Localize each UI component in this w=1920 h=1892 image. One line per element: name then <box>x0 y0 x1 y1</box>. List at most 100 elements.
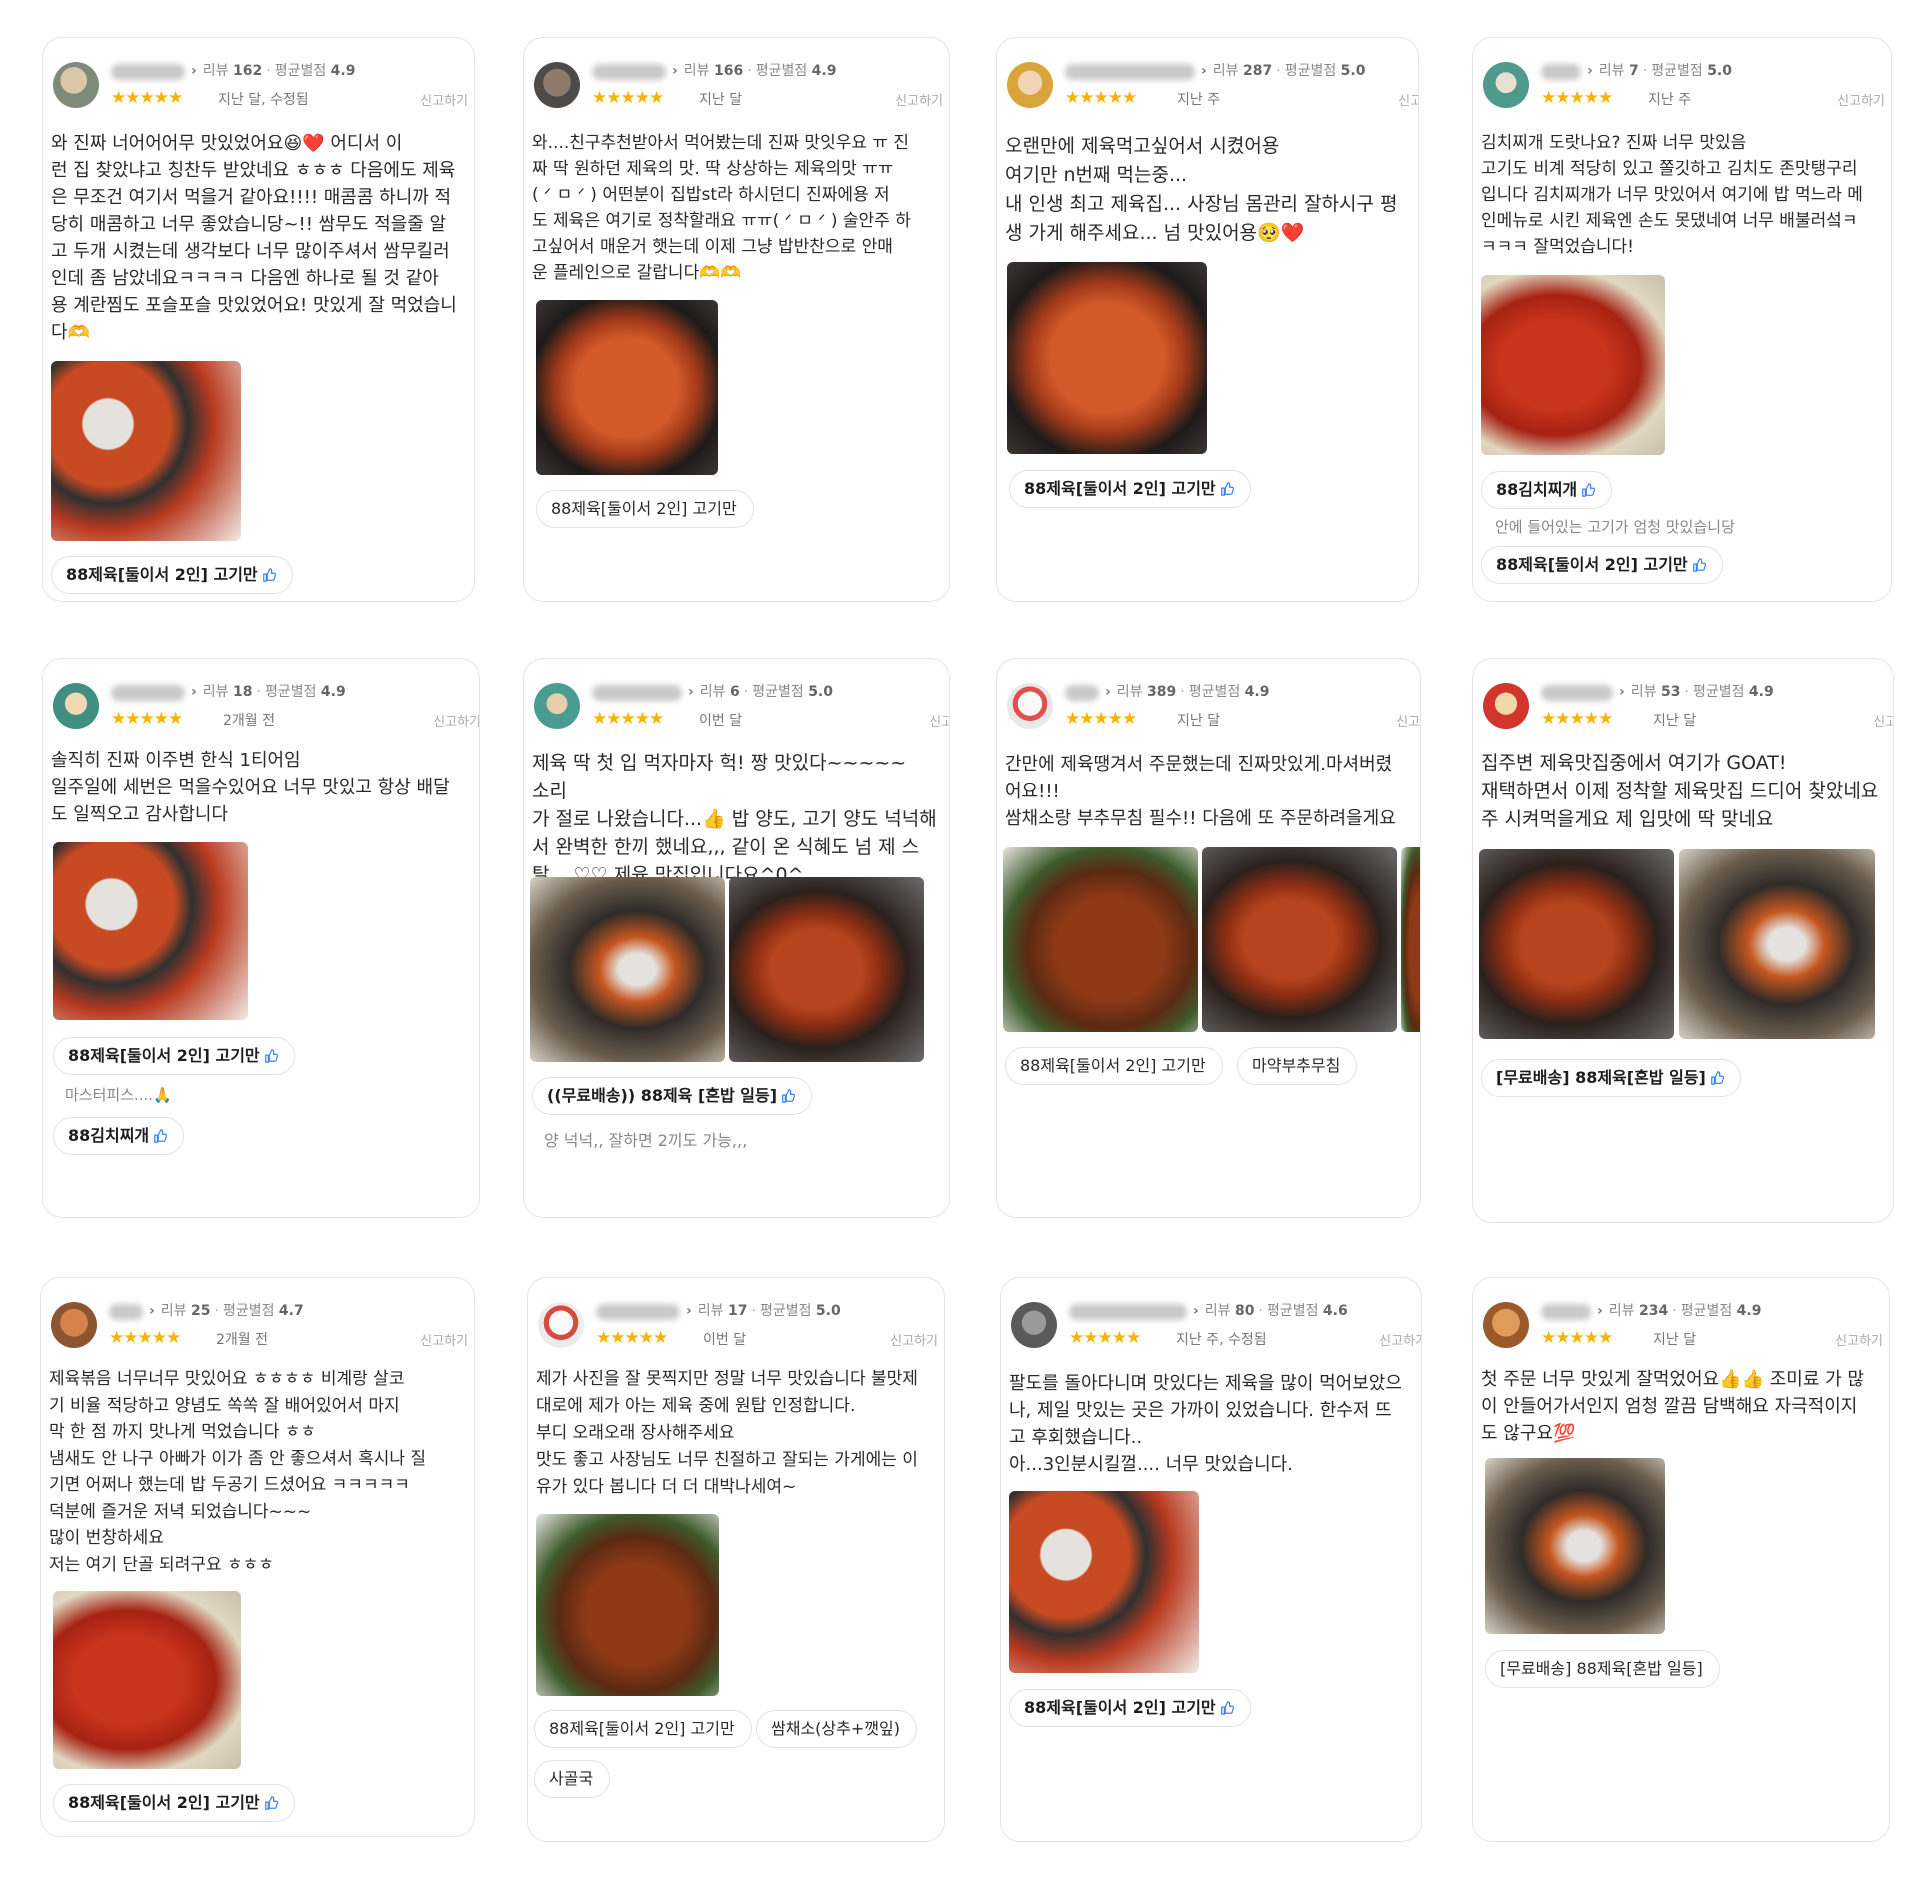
review-photo[interactable] <box>53 842 248 1020</box>
review-photo[interactable] <box>1679 849 1875 1039</box>
review-photo[interactable] <box>1007 262 1207 454</box>
rating-stars: ★★★★★ <box>1065 88 1137 108</box>
menu-tag[interactable]: 마약부추무침 <box>1237 1047 1358 1085</box>
menu-tag[interactable]: [무료배송] 88제육[혼밥 일등] <box>1485 1650 1720 1688</box>
report-link[interactable]: 신고하기 <box>929 711 949 730</box>
rating-stars: ★★★★★ <box>109 1328 181 1348</box>
avatar[interactable] <box>53 683 99 729</box>
reviewer-nickname[interactable] <box>592 64 666 80</box>
review-photo[interactable] <box>1202 847 1397 1032</box>
reviewer-nickname[interactable] <box>1541 64 1581 80</box>
review-photo[interactable] <box>536 300 718 475</box>
review-header: › 리뷰 18 · 평균별점 4.9 ★★★★★ 2개월 전 신고하기 <box>53 679 479 749</box>
menu-comment: 마스터피스....🙏 <box>65 1086 172 1104</box>
review-text: 와 진짜 너어어어무 맛있었어요😆❤️ 어디서 이 런 집 찾았냐고 칭찬두 받… <box>51 133 457 343</box>
review-text: 오랜만에 제육먹고싶어서 시켰어용 여기만 n번째 먹는중... 내 인생 최고… <box>1005 135 1398 244</box>
chevron-right-icon: › <box>191 63 197 79</box>
report-link[interactable]: 신고하기 <box>433 711 479 730</box>
avatar[interactable] <box>1483 62 1529 108</box>
reviewer-nickname[interactable] <box>1541 685 1613 701</box>
reviewer-nickname[interactable] <box>592 685 682 701</box>
reviewer-nickname[interactable] <box>111 685 185 701</box>
chevron-right-icon: › <box>191 684 197 700</box>
report-link[interactable]: 신고하기 <box>420 1330 468 1349</box>
menu-tag[interactable]: 88제육[둘이서 2인] 고기만 <box>1005 1047 1223 1085</box>
menu-tag[interactable]: 88제육[둘이서 2인] 고기만 <box>53 1037 295 1075</box>
rating-stars: ★★★★★ <box>111 88 183 108</box>
thumbs-up-icon <box>1220 482 1234 496</box>
review-header: › 리뷰 25 · 평균별점 4.7 ★★★★★ 2개월 전 신고하기 <box>51 1298 474 1368</box>
reviewer-nickname[interactable] <box>1541 1304 1591 1320</box>
menu-comment: 양 넉넉,, 잘하면 2끼도 가능,,, <box>544 1131 748 1150</box>
thumbs-up-icon <box>153 1129 168 1143</box>
chevron-right-icon: › <box>149 1303 155 1319</box>
avatar[interactable] <box>534 62 580 108</box>
report-link[interactable]: 신고하기 <box>420 90 468 109</box>
review-date: 지난 주 <box>1648 92 1692 108</box>
reviewer-meta: › 리뷰 162 · 평균별점 4.9 <box>191 63 356 79</box>
chevron-right-icon: › <box>1201 63 1207 79</box>
avatar[interactable] <box>1007 683 1053 729</box>
menu-tag[interactable]: 88김치찌개 <box>53 1117 185 1155</box>
review-text: 집주변 제육맛집중에서 여기가 GOAT! 재택하면서 이제 정착할 제육맛집 … <box>1481 752 1879 830</box>
menu-tag[interactable]: 88제육[둘이서 2인] 고기만 <box>1481 546 1723 584</box>
review-header: ›리뷰 287·평균별점 5.0 ★★★★★ 지난 주 신고하기 <box>1007 58 1418 128</box>
review-header: › 리뷰 7 · 평균별점 5.0 ★★★★★ 지난 주 신고하기 <box>1483 58 1891 128</box>
review-photo[interactable] <box>1479 849 1674 1039</box>
report-link[interactable]: 신고하기 <box>1873 711 1893 730</box>
review-photo[interactable] <box>729 877 924 1062</box>
avatar[interactable] <box>1007 62 1053 108</box>
review-header: ›리뷰 6·평균별점 5.0 ★★★★★ 이번 달 신고하기 <box>534 679 949 749</box>
rating-stars: ★★★★★ <box>111 709 183 729</box>
menu-tag[interactable]: 88제육[둘이서 2인] 고기만 <box>51 556 293 594</box>
review-photo[interactable] <box>536 1514 719 1696</box>
report-link[interactable]: 신고하기 <box>1837 90 1885 109</box>
report-link[interactable]: 신고하기 <box>890 1330 938 1349</box>
report-link[interactable]: 신고하기 <box>1398 90 1418 109</box>
avatar[interactable] <box>51 1302 97 1348</box>
review-photo[interactable] <box>1003 847 1198 1032</box>
review-photo[interactable] <box>1401 847 1420 1032</box>
review-photo[interactable] <box>1009 1491 1199 1673</box>
reviewer-meta: › 리뷰 287 · 평균별점 5.0 <box>1201 63 1366 79</box>
menu-tag[interactable]: ((무료배송)) 88제육 [혼밥 일등] <box>532 1077 813 1115</box>
reviewer-nickname[interactable] <box>1065 64 1195 80</box>
review-photo[interactable] <box>530 877 725 1062</box>
menu-tag[interactable]: 88제육[둘이서 2인] 고기만 <box>536 490 754 528</box>
menu-tag[interactable]: 88제육[둘이서 2인] 고기만 <box>53 1784 295 1822</box>
review-photo[interactable] <box>1485 1458 1665 1634</box>
report-link[interactable]: 신고하기 <box>1379 1330 1421 1349</box>
avatar[interactable] <box>1011 1302 1057 1348</box>
reviewer-nickname[interactable] <box>109 1304 143 1320</box>
review-photo[interactable] <box>53 1591 241 1769</box>
review-header: › 리뷰 166 · 평균별점 4.9 ★★★★★ 지난 달 신고하기 <box>534 58 949 128</box>
avatar[interactable] <box>534 683 580 729</box>
reviewer-nickname[interactable] <box>111 64 185 80</box>
review-photo[interactable] <box>51 361 241 541</box>
reviewer-nickname[interactable] <box>1065 685 1099 701</box>
menu-tag[interactable]: 88김치찌개 <box>1481 471 1613 509</box>
menu-tag[interactable]: 88제육[둘이서 2인] 고기만 <box>534 1710 752 1748</box>
thumbs-up-icon <box>264 1796 278 1810</box>
chevron-right-icon: › <box>686 1303 692 1319</box>
avatar[interactable] <box>53 62 99 108</box>
review-photo[interactable] <box>1481 275 1665 455</box>
menu-tag[interactable]: 88제육[둘이서 2인] 고기만 <box>1009 470 1251 508</box>
avatar[interactable] <box>1483 1302 1529 1348</box>
report-link[interactable]: 신고하기 <box>1396 711 1420 730</box>
reviewer-nickname[interactable] <box>596 1304 680 1320</box>
chevron-right-icon: › <box>688 684 694 700</box>
reviewer-nickname[interactable] <box>1069 1304 1187 1320</box>
menu-tag[interactable]: 88제육[둘이서 2인] 고기만 <box>1009 1689 1251 1727</box>
menu-tag[interactable]: 쌈채소(상추+깻잎) <box>756 1710 917 1748</box>
report-link[interactable]: 신고하기 <box>1835 1330 1883 1349</box>
review-date: 이번 달 <box>699 713 743 729</box>
report-link[interactable]: 신고하기 <box>895 90 943 109</box>
avatar[interactable] <box>538 1302 584 1348</box>
menu-tag[interactable]: 사골국 <box>534 1760 611 1798</box>
menu-tag[interactable]: [무료배송] 88제육[혼밥 일등] <box>1481 1059 1741 1097</box>
chevron-right-icon: › <box>1193 1303 1199 1319</box>
avatar[interactable] <box>1483 683 1529 729</box>
review-text: 첫 주문 너무 맛있게 잘먹었어요👍👍 조미료 가 많 이 안들어가서인지 엄청… <box>1481 1369 1864 1444</box>
review-card: › 리뷰 25 · 평균별점 4.7 ★★★★★ 2개월 전 신고하기 제육볶음 너무… <box>40 1277 475 1837</box>
